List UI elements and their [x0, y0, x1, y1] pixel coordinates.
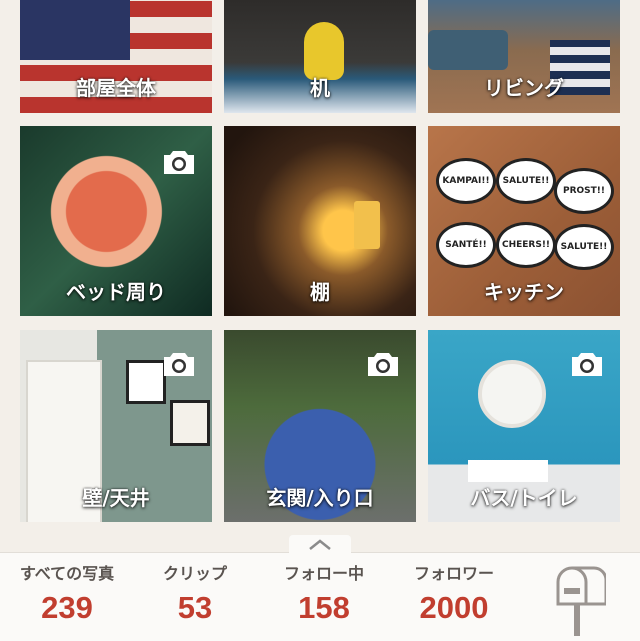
- tile-living[interactable]: リビング: [428, 0, 620, 113]
- speech-bubble: SALUTE!!: [554, 224, 614, 270]
- speech-bubble: CHEERS!!: [496, 222, 556, 268]
- tile-kitchen[interactable]: KAMPAI!! SALUTE!! PROST!! SANTÉ!! CHEERS…: [428, 126, 620, 316]
- stat-clips[interactable]: クリップ 53: [140, 560, 250, 626]
- camera-icon[interactable]: [162, 350, 196, 378]
- wall-frame: [170, 400, 210, 446]
- camera-icon[interactable]: [366, 350, 400, 378]
- stat-title: クリップ: [162, 564, 227, 583]
- speech-bubble: PROST!!: [554, 168, 614, 214]
- speech-bubble: KAMPAI!!: [436, 158, 496, 204]
- camera-icon[interactable]: [570, 350, 604, 378]
- tile-label: 部屋全体: [76, 76, 156, 100]
- tile-shelf[interactable]: 棚: [224, 126, 416, 316]
- stat-title: フォロワー: [413, 564, 494, 583]
- stat-count: 53: [177, 590, 213, 625]
- round-mirror: [478, 360, 546, 428]
- tile-bedside[interactable]: ベッド周り: [20, 126, 212, 316]
- tile-whole-room[interactable]: 部屋全体: [20, 0, 212, 113]
- stat-count: 239: [41, 590, 93, 625]
- mailbox-icon[interactable]: [554, 564, 606, 636]
- tile-entrance[interactable]: 玄関/入り口: [224, 330, 416, 522]
- stat-count: 2000: [419, 590, 489, 625]
- stat-title: フォロー中: [283, 564, 364, 583]
- sofa: [428, 30, 508, 70]
- stat-count: 158: [298, 590, 350, 625]
- speech-bubble: SALUTE!!: [496, 158, 556, 204]
- speech-bubble: SANTÉ!!: [436, 222, 496, 268]
- stat-following[interactable]: フォロー中 158: [268, 560, 380, 626]
- tile-label: 玄関/入り口: [266, 486, 374, 510]
- stat-all-photos[interactable]: すべての写真 239: [8, 560, 126, 626]
- tile-label: リビング: [484, 76, 564, 100]
- tile-label: ベッド周り: [66, 280, 166, 304]
- tile-wall-ceiling[interactable]: 壁/天井: [20, 330, 212, 522]
- stat-followers[interactable]: フォロワー 2000: [398, 560, 510, 626]
- candle: [354, 201, 380, 249]
- wall-frame: [126, 360, 166, 404]
- camera-icon[interactable]: [162, 148, 196, 176]
- stat-title: すべての写真: [19, 564, 115, 583]
- tile-label: バス/トイレ: [470, 486, 578, 510]
- tile-desk[interactable]: 机: [224, 0, 416, 113]
- chevron-up-icon: [309, 539, 331, 550]
- tile-label: 机: [310, 76, 330, 100]
- tile-bath-toilet[interactable]: バス/トイレ: [428, 330, 620, 522]
- tile-label: キッチン: [484, 280, 564, 304]
- sink: [468, 460, 548, 482]
- tile-label: 壁/天井: [82, 486, 150, 510]
- expand-handle[interactable]: [289, 535, 351, 555]
- tile-label: 棚: [310, 280, 330, 304]
